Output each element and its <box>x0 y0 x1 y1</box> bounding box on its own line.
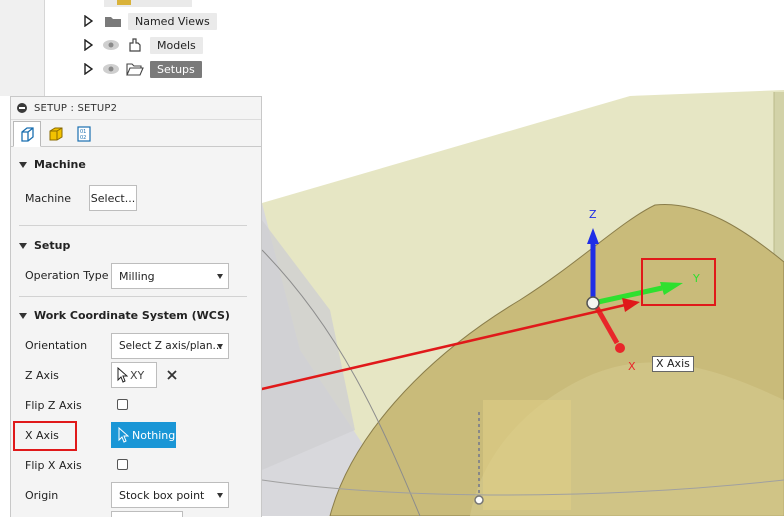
collapse-triangle-icon <box>19 312 27 319</box>
tree-partial-row <box>104 0 192 7</box>
section-wcs-header[interactable]: Work Coordinate System (WCS) <box>19 309 230 322</box>
section-divider <box>19 296 247 297</box>
model-body-icon <box>126 37 144 53</box>
dropdown-value: Stock box point <box>119 488 205 502</box>
cursor-arrow-icon <box>118 427 129 443</box>
visibility-eye-icon[interactable] <box>102 62 120 76</box>
expand-arrow-icon[interactable] <box>82 62 94 76</box>
z-axis-label: Z <box>589 208 597 221</box>
svg-text:02: 02 <box>80 135 86 141</box>
machine-select-button[interactable]: Select... <box>89 185 137 211</box>
flip-z-axis-label: Flip Z Axis <box>25 399 82 412</box>
dropdown-caret-icon <box>217 274 223 279</box>
panel-tab-bar: 01 02 <box>11 120 261 147</box>
model-face-patch <box>483 400 571 510</box>
section-setup-header[interactable]: Setup <box>19 239 70 252</box>
section-title: Work Coordinate System (WCS) <box>34 309 230 322</box>
dropdown-value: Milling <box>119 269 155 283</box>
y-axis-highlight-box <box>641 258 716 306</box>
stock-tab-icon <box>49 127 63 141</box>
flip-x-axis-label: Flip X Axis <box>25 459 82 472</box>
setup-panel: SETUP : SETUP2 01 02 Machine Machine Sel… <box>10 96 262 517</box>
section-title: Machine <box>34 158 86 171</box>
x-axis-highlight-box <box>13 421 77 451</box>
tree-item-named-views[interactable]: Named Views <box>82 10 217 32</box>
z-axis-label: Z Axis <box>25 369 59 382</box>
dropdown-caret-icon <box>217 344 223 349</box>
panel-header: SETUP : SETUP2 <box>11 97 261 120</box>
origin-label: Origin <box>25 489 59 502</box>
x-axis-tooltip: X Axis <box>652 356 694 372</box>
operation-type-label: Operation Type <box>25 269 109 282</box>
orientation-dropdown[interactable]: Select Z axis/plan... <box>111 333 229 359</box>
collapse-triangle-icon <box>19 161 27 168</box>
x-axis-value: Nothing <box>132 428 176 442</box>
section-title: Setup <box>34 239 71 252</box>
tab-setup[interactable] <box>13 121 41 147</box>
section-machine-header[interactable]: Machine <box>19 158 86 171</box>
z-axis-selection[interactable]: XY <box>111 362 157 388</box>
tab-stock[interactable] <box>43 122 69 146</box>
flip-z-axis-checkbox[interactable] <box>117 399 128 410</box>
cursor-arrow-icon <box>117 367 128 383</box>
setup-tab-icon <box>21 127 34 142</box>
tree-item-models[interactable]: Models <box>82 34 203 56</box>
collapse-panel-icon[interactable] <box>17 103 27 113</box>
expand-arrow-icon[interactable] <box>82 14 94 28</box>
x-axis-label: X <box>628 360 636 373</box>
post-process-tab-icon: 01 02 <box>77 126 91 142</box>
browser-left-strip <box>0 0 45 96</box>
visibility-eye-icon[interactable] <box>102 38 120 52</box>
stock-box-point-marker[interactable] <box>474 495 484 505</box>
z-axis-value: XY <box>130 368 145 382</box>
collapse-triangle-icon <box>19 242 27 249</box>
tree-item-label: Models <box>150 36 203 54</box>
x-axis-selection[interactable]: Nothing <box>111 422 176 448</box>
next-field-partial <box>111 511 183 517</box>
tree-item-setups[interactable]: Setups <box>82 58 202 80</box>
origin-dropdown[interactable]: Stock box point <box>111 482 229 508</box>
orientation-label: Orientation <box>25 339 88 352</box>
wcs-origin-marker[interactable] <box>586 296 600 310</box>
tree-item-label: Named Views <box>128 12 217 30</box>
expand-arrow-icon[interactable] <box>82 38 94 52</box>
panel-title: SETUP : SETUP2 <box>34 102 118 114</box>
tree-item-label: Setups <box>150 60 202 78</box>
section-divider <box>19 225 247 226</box>
folder-icon <box>104 13 122 29</box>
tab-post-process[interactable]: 01 02 <box>71 122 97 146</box>
flip-x-axis-checkbox[interactable] <box>117 459 128 470</box>
clear-selection-icon[interactable] <box>167 370 177 380</box>
machine-label: Machine <box>25 192 72 205</box>
dropdown-caret-icon <box>217 493 223 498</box>
dropdown-value: Select Z axis/plan... <box>119 340 223 352</box>
operation-type-dropdown[interactable]: Milling <box>111 263 229 289</box>
x-axis-arrow-head <box>615 343 625 353</box>
open-folder-icon <box>126 61 144 77</box>
